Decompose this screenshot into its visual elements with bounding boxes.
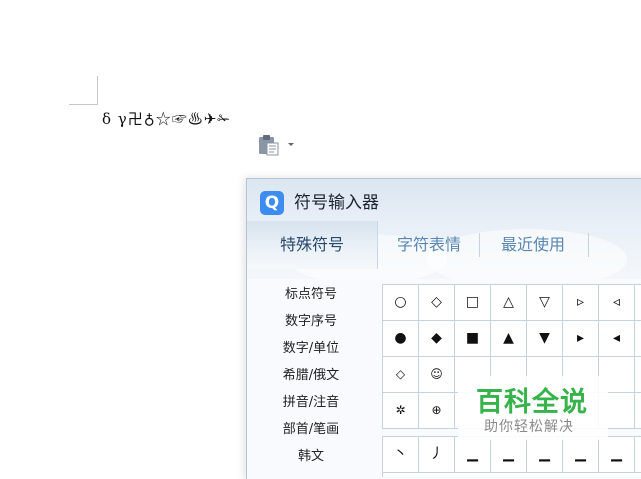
symbol-cell[interactable]: 丶	[383, 437, 419, 473]
symbol-cell[interactable]: ♂	[635, 393, 641, 429]
symbol-cell[interactable]: ◃	[599, 285, 635, 321]
symbol-cell[interactable]: ▁	[491, 437, 527, 473]
symbol-cell[interactable]: ☺	[419, 357, 455, 393]
symbol-cell[interactable]: ▁	[527, 437, 563, 473]
clipboard-icon	[259, 135, 279, 156]
symbol-cell[interactable]: ♀	[635, 357, 641, 393]
category-korean[interactable]: 韩文	[247, 443, 375, 470]
symbol-cell[interactable]: ◂	[599, 321, 635, 357]
tab-divider	[588, 233, 589, 257]
symbol-cell[interactable]: △	[491, 285, 527, 321]
symbol-cell[interactable]: ★	[635, 321, 641, 357]
category-radicals-strokes[interactable]: 部首/笔画	[247, 416, 375, 443]
watermark: 百科全说 助你轻松解决	[458, 376, 608, 440]
symbol-cell[interactable]: ☆	[635, 285, 641, 321]
symbol-cell[interactable]: ◆	[419, 321, 455, 357]
tab-emoticons[interactable]: 字符表情	[379, 221, 479, 269]
chevron-down-icon	[288, 143, 294, 146]
watermark-subtitle: 助你轻松解决	[484, 419, 574, 435]
margin-corner-horizontal	[69, 104, 97, 105]
symbol-cell[interactable]: ▲	[491, 321, 527, 357]
tab-bar: 特殊符号 字符表情 最近使用	[247, 221, 641, 269]
symbol-cell[interactable]: ▽	[527, 285, 563, 321]
tab-special-symbols[interactable]: 特殊符号	[247, 221, 378, 269]
watermark-title: 百科全说	[476, 387, 588, 418]
symbol-cell[interactable]: ▼	[527, 321, 563, 357]
symbol-cell[interactable]: ◇	[383, 357, 419, 393]
stroke-symbol-grid: 丶 丿 ▁ ▁ ▁ ▁ ▁ ▁	[382, 436, 641, 477]
category-number-unit[interactable]: 数字/单位	[247, 335, 375, 362]
paste-options-button[interactable]	[257, 132, 297, 156]
tab-recent[interactable]: 最近使用	[483, 221, 583, 269]
symbol-cell[interactable]: ●	[383, 321, 419, 357]
category-greek-russian[interactable]: 希腊/俄文	[247, 362, 375, 389]
category-pinyin-zhuyin[interactable]: 拼音/注音	[247, 389, 375, 416]
symbol-cell[interactable]: ◇	[419, 285, 455, 321]
symbol-cell[interactable]: ▸	[563, 321, 599, 357]
category-number-sequence[interactable]: 数字序号	[247, 308, 375, 335]
symbol-cell[interactable]: ▁	[599, 437, 635, 473]
symbol-cell[interactable]: ○	[383, 285, 419, 321]
symbol-cell[interactable]: ⊕	[419, 393, 455, 429]
symbol-cell[interactable]: ▹	[563, 285, 599, 321]
margin-corner-vertical	[97, 76, 98, 105]
tab-divider	[479, 233, 480, 257]
symbol-cell[interactable]: ▁	[635, 437, 641, 473]
symbol-cell[interactable]: 丿	[419, 437, 455, 473]
symbol-cell[interactable]: ▁	[455, 437, 491, 473]
symbol-cell[interactable]: ▁	[563, 437, 599, 473]
app-logo-icon: Q	[260, 191, 284, 215]
symbol-cell[interactable]: ✲	[383, 393, 419, 429]
category-punctuation[interactable]: 标点符号	[247, 281, 375, 308]
symbol-cell[interactable]: ■	[455, 321, 491, 357]
symbol-cell[interactable]: □	[455, 285, 491, 321]
window-title: 符号输入器	[294, 193, 379, 213]
inserted-symbols-text[interactable]: δ γ卍♁☆☞♨✈✁	[102, 108, 231, 128]
window-header: Q 符号输入器 特殊符号 字符表情 最近使用	[247, 179, 641, 289]
